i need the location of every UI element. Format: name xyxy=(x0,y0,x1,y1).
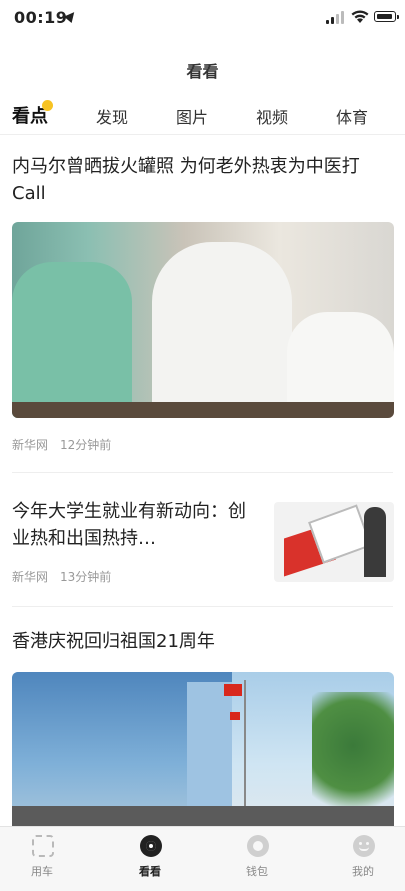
status-time: 00:19 xyxy=(14,8,68,27)
article-time: 12分钟前 xyxy=(60,438,112,452)
cellular-signal-icon xyxy=(326,10,348,24)
article-thumbnail[interactable] xyxy=(274,502,394,582)
article-source: 新华网 xyxy=(12,438,49,452)
article-image[interactable] xyxy=(12,222,394,418)
wifi-icon xyxy=(351,10,369,23)
nav-item-wode[interactable]: 我的 xyxy=(323,827,403,891)
nav-label: 看看 xyxy=(139,865,161,878)
bottom-nav: 用车 看看 钱包 我的 xyxy=(0,826,405,891)
eye-icon xyxy=(140,835,162,857)
article-source: 新华网 xyxy=(12,570,49,584)
article-meta: 新华网 13分钟前 xyxy=(12,568,111,585)
article-title[interactable]: 香港庆祝回归祖国21周年 xyxy=(12,628,392,655)
active-tab-dot-icon xyxy=(42,100,53,111)
tab-divider xyxy=(0,134,405,135)
tab-tiyu[interactable]: 体育 xyxy=(336,104,368,128)
article-divider xyxy=(12,606,393,607)
tab-faxian[interactable]: 发现 xyxy=(96,104,128,128)
nav-label: 钱包 xyxy=(246,865,268,878)
battery-icon xyxy=(374,11,399,22)
article-title[interactable]: 今年大学生就业有新动向：创业热和出国热持… xyxy=(12,498,257,552)
nav-item-yongche[interactable]: 用车 xyxy=(2,827,82,891)
scan-car-icon xyxy=(32,835,54,857)
profile-icon xyxy=(353,835,375,857)
category-tabs: 看点 发现 图片 视频 体育 xyxy=(0,98,405,132)
page-title: 看看 xyxy=(186,62,219,81)
article-time: 13分钟前 xyxy=(60,570,112,584)
nav-label: 用车 xyxy=(31,865,53,878)
article-meta: 新华网 12分钟前 xyxy=(12,436,111,453)
nav-label: 我的 xyxy=(352,865,374,878)
status-bar: 00:19 xyxy=(0,0,405,36)
article-title[interactable]: 内马尔曾晒拔火罐照 为何老外热衷为中医打Call xyxy=(12,153,392,207)
wallet-icon xyxy=(247,835,269,857)
article-image[interactable] xyxy=(12,672,394,826)
tab-shipin[interactable]: 视频 xyxy=(256,104,288,128)
nav-item-qianbao[interactable]: 钱包 xyxy=(217,827,297,891)
nav-item-kankan[interactable]: 看看 xyxy=(110,827,190,891)
tab-tupian[interactable]: 图片 xyxy=(176,104,208,128)
article-divider xyxy=(12,472,393,473)
